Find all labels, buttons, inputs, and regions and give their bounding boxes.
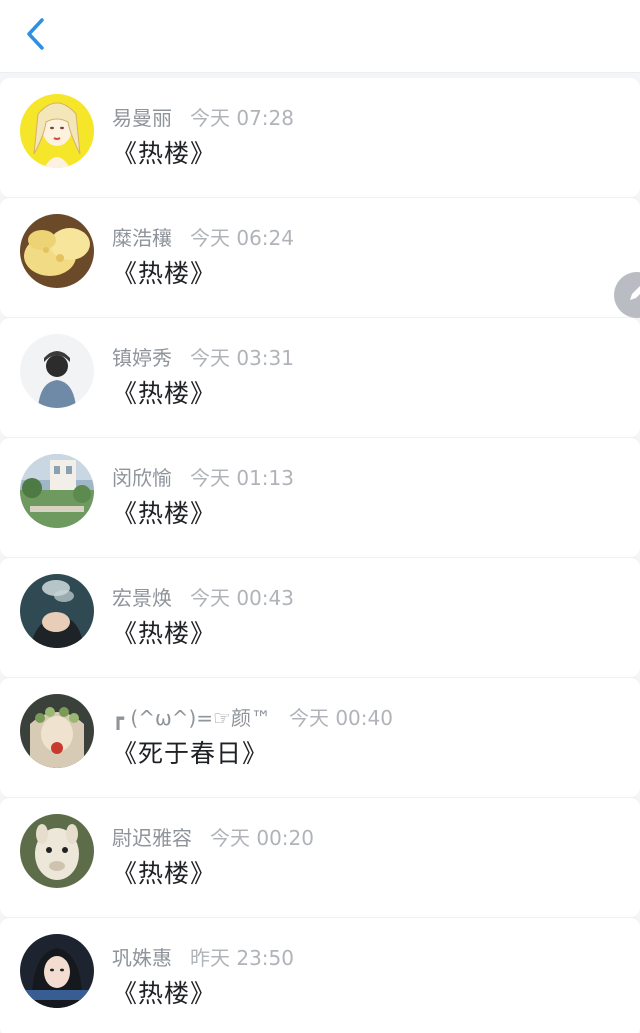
list-item[interactable]: 易曼丽 今天 07:28 《热楼》 — [0, 78, 640, 197]
item-meta: 巩姝惠 昨天 23:50 — [112, 942, 294, 971]
avatar[interactable] — [20, 814, 94, 888]
avatar[interactable] — [20, 94, 94, 168]
author-name[interactable]: 镇婷秀 — [112, 346, 172, 370]
page: 易曼丽 今天 07:28 《热楼》 糜浩穰 今天 06:24 《热楼》 镇婷秀 … — [0, 0, 640, 1033]
list-item[interactable]: 巩姝惠 昨天 23:50 《热楼》 — [0, 917, 640, 1033]
item-meta: 尉迟雅容 今天 00:20 — [112, 822, 314, 851]
author-name[interactable]: 糜浩穰 — [112, 226, 172, 250]
author-name[interactable]: 宏景焕 — [112, 586, 172, 610]
timestamp: 今天 03:31 — [190, 346, 294, 370]
list-item[interactable]: 尉迟雅容 今天 00:20 《热楼》 — [0, 797, 640, 917]
author-name[interactable]: 易曼丽 — [112, 106, 172, 130]
author-name[interactable]: ┏ (^ω^)=☞颜™ — [112, 706, 271, 730]
list-item[interactable]: ┏ (^ω^)=☞颜™ 今天 00:40 《死于春日》 — [0, 677, 640, 797]
author-name[interactable]: 巩姝惠 — [112, 946, 172, 970]
message-list: 易曼丽 今天 07:28 《热楼》 糜浩穰 今天 06:24 《热楼》 镇婷秀 … — [0, 78, 640, 1033]
avatar[interactable] — [20, 214, 94, 288]
timestamp: 今天 00:20 — [210, 826, 314, 850]
item-meta: 易曼丽 今天 07:28 — [112, 102, 294, 131]
timestamp: 今天 01:13 — [190, 466, 294, 490]
item-title[interactable]: 《热楼》 — [112, 134, 216, 170]
item-title[interactable]: 《死于春日》 — [112, 734, 268, 770]
timestamp: 今天 00:40 — [288, 706, 393, 730]
item-title[interactable]: 《热楼》 — [112, 254, 216, 290]
list-item[interactable]: 糜浩穰 今天 06:24 《热楼》 — [0, 197, 640, 317]
item-title[interactable]: 《热楼》 — [112, 614, 216, 650]
item-title[interactable]: 《热楼》 — [112, 494, 216, 530]
timestamp: 今天 00:43 — [190, 586, 294, 610]
item-title[interactable]: 《热楼》 — [112, 854, 216, 890]
list-item[interactable]: 宏景焕 今天 00:43 《热楼》 — [0, 557, 640, 677]
item-meta: 镇婷秀 今天 03:31 — [112, 342, 294, 371]
item-meta: 糜浩穰 今天 06:24 — [112, 222, 294, 251]
item-title[interactable]: 《热楼》 — [112, 374, 216, 410]
item-meta: 宏景焕 今天 00:43 — [112, 582, 294, 611]
author-name[interactable]: 尉迟雅容 — [112, 826, 192, 850]
edit-pencil-icon — [626, 282, 640, 308]
item-meta: ┏ (^ω^)=☞颜™ 今天 00:40 — [112, 702, 393, 731]
timestamp: 昨天 23:50 — [190, 946, 294, 970]
chevron-left-icon — [24, 16, 48, 56]
timestamp: 今天 06:24 — [190, 226, 294, 250]
item-meta: 闵欣愉 今天 01:13 — [112, 462, 294, 491]
author-name[interactable]: 闵欣愉 — [112, 466, 172, 490]
top-bar — [0, 0, 640, 73]
avatar[interactable] — [20, 454, 94, 528]
avatar[interactable] — [20, 574, 94, 648]
avatar[interactable] — [20, 694, 94, 768]
timestamp: 今天 07:28 — [190, 106, 294, 130]
back-button[interactable] — [14, 14, 58, 58]
list-item[interactable]: 镇婷秀 今天 03:31 《热楼》 — [0, 317, 640, 437]
item-title[interactable]: 《热楼》 — [112, 974, 216, 1010]
avatar[interactable] — [20, 334, 94, 408]
list-item[interactable]: 闵欣愉 今天 01:13 《热楼》 — [0, 437, 640, 557]
avatar[interactable] — [20, 934, 94, 1008]
